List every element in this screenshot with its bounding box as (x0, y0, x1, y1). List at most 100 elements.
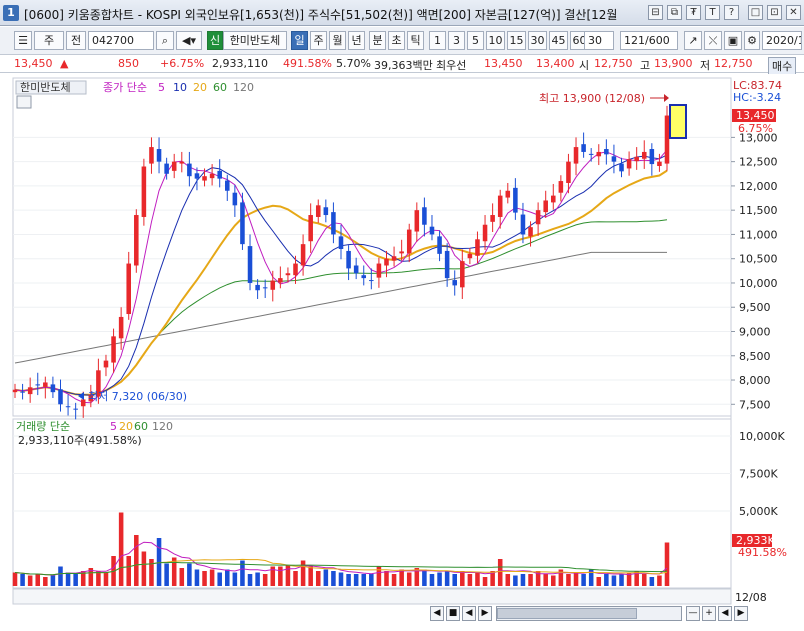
period-tick[interactable]: 틱 (407, 31, 424, 50)
volume-bar (232, 572, 238, 586)
candle (566, 161, 571, 183)
stock-code-input[interactable]: 042700 (88, 31, 154, 50)
period-monthly[interactable]: 월 (329, 31, 346, 50)
candle (323, 207, 329, 216)
maximize-button[interactable]: ⊡ (767, 5, 782, 20)
candle (338, 236, 344, 249)
candle (664, 115, 670, 164)
volume-bar (391, 574, 397, 586)
candle (505, 190, 511, 198)
candle (588, 153, 594, 155)
candle (43, 382, 48, 387)
candle (202, 176, 207, 181)
hc-label: HC:-3.24 (733, 91, 781, 104)
duplicate-window-icon[interactable]: ⧉ (667, 5, 682, 20)
market-select[interactable]: 주 (34, 31, 64, 50)
period-yearly[interactable]: 년 (348, 31, 365, 50)
open-price: 12,750 (594, 57, 633, 70)
save-icon[interactable]: ▣ (724, 31, 742, 50)
legend-ma10: 10 (173, 81, 187, 94)
turnover-pct: 5.70% (336, 57, 371, 70)
legend-ma120: 120 (233, 81, 254, 94)
period-daily[interactable]: 일 (291, 31, 308, 50)
calculator-icon[interactable] (16, 95, 32, 109)
volume-bar (543, 574, 548, 586)
scroll-right-button[interactable]: ▶ (478, 606, 492, 621)
volume-bar (187, 563, 192, 586)
candle (520, 214, 526, 235)
volume-bar (331, 571, 336, 586)
candle (376, 263, 382, 278)
date-input[interactable]: 2020/1 (762, 31, 802, 50)
candle (399, 251, 404, 254)
candle (460, 261, 465, 288)
interval-10[interactable]: 10 (486, 31, 505, 50)
price-tick-label: 10,000 (739, 277, 778, 290)
candle (164, 163, 169, 174)
buy-button[interactable]: 매수 (768, 57, 797, 75)
candle (285, 273, 291, 276)
link-icon[interactable]: ₮ (686, 5, 701, 20)
candle (278, 278, 283, 283)
volume-bar (118, 512, 124, 586)
candle (619, 163, 624, 172)
cross-icon[interactable]: ⤬ (704, 31, 722, 50)
close-button[interactable]: ✕ (786, 5, 801, 20)
volume-bar (611, 575, 617, 586)
toolbar: ☰ 주 전 042700 ⌕ ◀▾ 신 한미반도체 일 주 월 년 분 초 틱 … (0, 27, 804, 55)
interval-45[interactable]: 45 (549, 31, 568, 50)
scroll-thumb[interactable] (497, 608, 637, 619)
candle (551, 195, 556, 203)
volume-bar (467, 574, 473, 586)
volume-bar (528, 574, 533, 586)
candle (35, 384, 41, 386)
scroll-start-button[interactable]: ◀ (430, 606, 444, 621)
scroll-left-button[interactable]: ◀ (462, 606, 476, 621)
candle (308, 215, 313, 242)
help-icon[interactable]: ? (724, 5, 739, 20)
stop-button[interactable]: ■ (446, 606, 460, 621)
volume-bar (20, 574, 25, 586)
menu-icon[interactable]: ☰ (14, 31, 32, 50)
volume-bar (581, 574, 586, 586)
zoom-out-button[interactable]: — (686, 606, 700, 621)
volume-bar (164, 563, 169, 586)
candle (475, 239, 480, 256)
settings-icon[interactable]: ⚙ (744, 31, 760, 50)
period-minute[interactable]: 분 (369, 31, 386, 50)
data-count-input[interactable]: 121/600 (620, 31, 678, 50)
trade-amount: 39,363백만 (374, 59, 433, 72)
interval-30[interactable]: 30 (528, 31, 547, 50)
scroll-end-right-button[interactable]: ▶ (734, 606, 748, 621)
volume-legend-ma120: 120 (152, 420, 173, 433)
candle (353, 265, 359, 274)
volume-bar (126, 556, 131, 586)
candle (232, 192, 238, 206)
volume-pct: 491.58% (283, 57, 332, 70)
candle (134, 215, 139, 266)
volume-bar (65, 572, 71, 586)
interval-3[interactable]: 3 (448, 31, 465, 50)
period-weekly[interactable]: 주 (310, 31, 327, 50)
sound-icon[interactable]: ◀▾ (176, 31, 202, 50)
minimize-button[interactable]: □ (748, 5, 763, 20)
scroll-end-left-button[interactable]: ◀ (718, 606, 732, 621)
period-second[interactable]: 초 (388, 31, 405, 50)
scroll-track[interactable] (496, 606, 682, 621)
chart-svg[interactable]: 13,00012,50012,00011,50011,00010,50010,0… (0, 74, 804, 631)
volume-bar (406, 572, 412, 586)
text-icon[interactable]: T (705, 5, 720, 20)
interval-1[interactable]: 1 (429, 31, 446, 50)
zoom-in-button[interactable]: + (702, 606, 716, 621)
prev-button[interactable]: 전 (66, 31, 86, 50)
search-icon[interactable]: ⌕ (156, 31, 174, 50)
candle (543, 200, 548, 213)
volume-bar (43, 577, 48, 586)
pin-icon[interactable]: ⊟ (648, 5, 663, 20)
volume-bar (429, 574, 435, 586)
trend-icon[interactable]: ↗ (684, 31, 702, 50)
volume-legend-ma60: 60 (134, 420, 148, 433)
interval-select[interactable]: 30 (584, 31, 614, 50)
interval-5[interactable]: 5 (467, 31, 484, 50)
interval-15[interactable]: 15 (507, 31, 526, 50)
